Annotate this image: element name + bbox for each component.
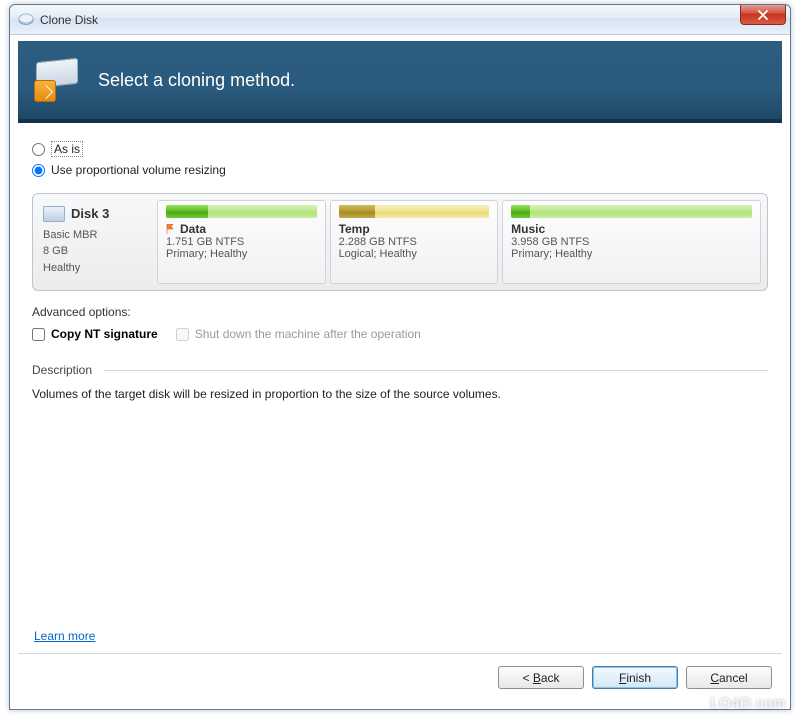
volumes-container: Data 1.751 GB NTFS Primary; Healthy Temp… <box>157 200 761 284</box>
back-button[interactable]: < Back <box>498 666 584 689</box>
volume-music[interactable]: Music 3.958 GB NTFS Primary; Healthy <box>502 200 761 284</box>
disk-panel: Disk 3 Basic MBR 8 GB Healthy Data 1.751… <box>32 193 768 291</box>
footer: < Back Finish Cancel <box>18 653 782 701</box>
radio-proportional[interactable]: Use proportional volume resizing <box>32 163 768 177</box>
advanced-options: Copy NT signature Shut down the machine … <box>32 327 768 341</box>
learn-more-link[interactable]: Learn more <box>34 629 95 643</box>
cancel-button[interactable]: Cancel <box>686 666 772 689</box>
volume-bar <box>339 205 490 218</box>
banner: Select a cloning method. <box>18 41 782 123</box>
volume-name-row: Music <box>511 222 752 236</box>
finish-rest: inish <box>626 671 651 685</box>
close-button[interactable] <box>740 5 786 25</box>
volume-size: 2.288 GB NTFS <box>339 236 490 248</box>
banner-heading: Select a cloning method. <box>98 70 295 91</box>
disk-size: 8 GB <box>43 243 145 260</box>
radio-proportional-label: Use proportional volume resizing <box>51 163 226 177</box>
volume-status: Logical; Healthy <box>339 248 490 260</box>
volume-bar-fill <box>339 205 375 218</box>
checkbox-copy-nt-input[interactable] <box>32 328 45 341</box>
volume-bar-fill <box>511 205 530 218</box>
advanced-label: Advanced options: <box>32 305 768 319</box>
checkbox-shutdown-input <box>176 328 189 341</box>
disk-info: Disk 3 Basic MBR 8 GB Healthy <box>39 200 153 284</box>
disk-icon <box>43 206 65 222</box>
volume-name-row: Temp <box>339 222 490 236</box>
description-label: Description <box>32 363 92 377</box>
checkbox-shutdown: Shut down the machine after the operatio… <box>176 327 421 341</box>
disk-type: Basic MBR <box>43 227 145 244</box>
volume-bar-fill <box>166 205 208 218</box>
cancel-rest: ancel <box>719 671 748 685</box>
volume-bar <box>511 205 752 218</box>
volume-size: 3.958 GB NTFS <box>511 236 752 248</box>
checkbox-copy-nt-label: Copy NT signature <box>51 327 158 341</box>
radio-as-is-input[interactable] <box>32 143 45 156</box>
finish-button[interactable]: Finish <box>592 666 678 689</box>
radio-as-is[interactable]: As is <box>32 141 768 157</box>
volume-status: Primary; Healthy <box>166 248 317 260</box>
description-text: Volumes of the target disk will be resiz… <box>32 387 768 401</box>
titlebar: Clone Disk <box>10 5 790 35</box>
volume-name: Data <box>180 222 206 236</box>
description-header: Description <box>32 363 768 377</box>
inner-panel: Select a cloning method. As is Use propo… <box>18 41 782 701</box>
radio-as-is-label: As is <box>51 141 83 157</box>
volume-temp[interactable]: Temp 2.288 GB NTFS Logical; Healthy <box>330 200 499 284</box>
learn-more-row: Learn more <box>32 619 768 653</box>
app-icon <box>18 12 34 28</box>
volume-name: Temp <box>339 222 370 236</box>
volume-size: 1.751 GB NTFS <box>166 236 317 248</box>
checkbox-copy-nt[interactable]: Copy NT signature <box>32 327 158 341</box>
disk-status: Healthy <box>43 260 145 277</box>
volume-data[interactable]: Data 1.751 GB NTFS Primary; Healthy <box>157 200 326 284</box>
volume-bar <box>166 205 317 218</box>
close-icon <box>758 10 768 20</box>
banner-disk-icon <box>34 56 82 104</box>
dialog-window: Clone Disk Select a cloning method. As i… <box>9 4 791 710</box>
body: As is Use proportional volume resizing D… <box>18 123 782 653</box>
disk-title: Disk 3 <box>43 204 145 224</box>
radio-proportional-input[interactable] <box>32 164 45 177</box>
checkbox-shutdown-label: Shut down the machine after the operatio… <box>195 327 421 341</box>
back-rest: ack <box>541 671 560 685</box>
disk-name: Disk 3 <box>71 204 109 224</box>
volume-status: Primary; Healthy <box>511 248 752 260</box>
window-title: Clone Disk <box>40 13 98 27</box>
volume-name: Music <box>511 222 545 236</box>
volume-name-row: Data <box>166 222 317 236</box>
flag-icon <box>166 224 176 234</box>
content-area: Select a cloning method. As is Use propo… <box>10 35 790 709</box>
